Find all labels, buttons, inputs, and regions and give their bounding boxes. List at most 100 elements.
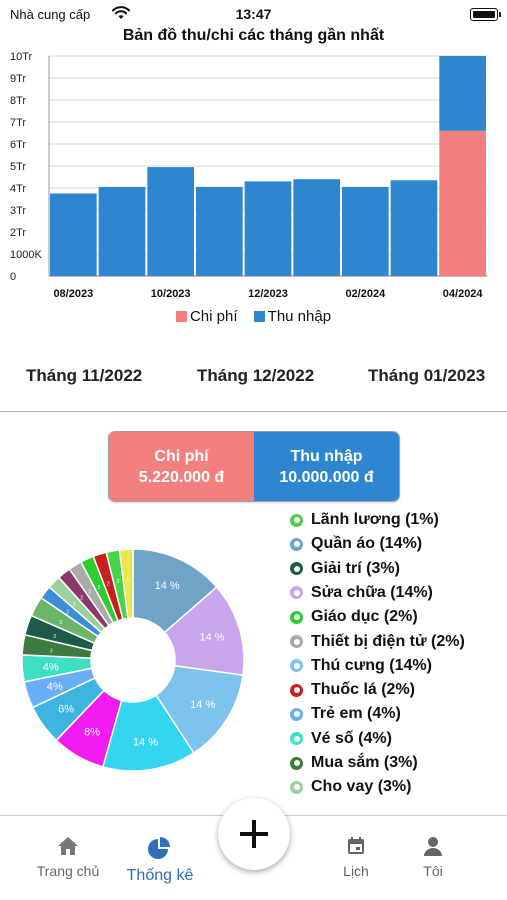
category-item[interactable]: Trẻ em (4%) xyxy=(290,702,401,726)
pie-slice-label: 2 xyxy=(117,579,120,585)
bar-income[interactable] xyxy=(196,186,243,276)
category-label: Sửa chữa (14%) xyxy=(311,583,433,601)
plus-icon xyxy=(240,820,268,848)
bar-expense[interactable] xyxy=(439,130,486,276)
bar-income[interactable] xyxy=(98,186,146,276)
status-bar: Nhà cung cấp 13:47 xyxy=(0,0,507,28)
tab-profile-label: Tôi xyxy=(423,863,443,879)
y-tick-label: 8Tr xyxy=(10,95,26,107)
pie-slice-label: 14 % xyxy=(200,631,225,643)
expense-summary-button[interactable]: Chi phí 5.220.000 đ xyxy=(109,432,254,501)
category-label: Cho vay (3%) xyxy=(311,778,412,796)
bar-income[interactable] xyxy=(147,167,194,276)
category-color-dot-icon xyxy=(290,732,303,746)
legend-swatch-expense xyxy=(175,311,187,322)
category-item[interactable]: Sửa chữa (14%) xyxy=(290,581,433,605)
category-item[interactable]: Vé số (4%) xyxy=(290,727,392,751)
pie-slice-label: 4% xyxy=(47,681,63,693)
category-item[interactable]: Giáo dục (2%) xyxy=(290,605,418,629)
category-label: Mua sắm (3%) xyxy=(311,754,418,771)
chart-legend: Chi phí Thu nhập xyxy=(0,308,507,325)
y-tick-label: 1000K xyxy=(10,249,42,261)
pie-slice-label: 14 % xyxy=(190,699,215,711)
y-tick-label: 7Tr xyxy=(10,117,26,129)
tab-profile[interactable]: Tôi xyxy=(405,836,461,879)
bar-income[interactable] xyxy=(439,56,486,131)
category-color-dot-icon xyxy=(290,635,303,648)
calendar-icon xyxy=(348,837,364,854)
category-label: Giáo dục (2%) xyxy=(311,608,418,626)
pie-chart-icon xyxy=(148,837,170,859)
bar-income[interactable] xyxy=(342,186,389,276)
y-tick-label: 10Tr xyxy=(10,51,33,63)
category-item[interactable]: Quần áo (14%) xyxy=(290,532,422,556)
category-item[interactable]: Thiết bị điện tử (2%) xyxy=(290,630,465,654)
category-color-dot-icon xyxy=(290,756,303,770)
expense-summary-label: Chi phí xyxy=(154,447,209,465)
month-tab-2[interactable]: Tháng 12/2022 xyxy=(197,366,314,386)
pie-slice-label: 3 xyxy=(53,634,56,640)
category-label: Quần áo (14%) xyxy=(311,535,423,553)
expense-summary-value: 5.220.000 đ xyxy=(138,468,225,486)
category-label: Thú cưng (14%) xyxy=(311,656,432,674)
user-icon xyxy=(424,837,442,856)
legend-swatch-income xyxy=(253,311,265,322)
category-item[interactable]: Mua sắm (3%) xyxy=(290,751,418,775)
tab-home-label: Trang chủ xyxy=(36,863,100,879)
category-item[interactable]: Cho vay (3%) xyxy=(290,775,411,799)
category-color-dot-icon xyxy=(290,683,303,697)
tab-statistics-label: Thống kê xyxy=(126,867,194,884)
category-item[interactable]: Giải trí (3%) xyxy=(290,557,400,581)
battery-icon xyxy=(470,8,501,21)
income-summary-button[interactable]: Thu nhập 10.000.000 đ xyxy=(254,432,399,501)
pie-slice-label: 14 % xyxy=(155,580,180,592)
income-summary-label: Thu nhập xyxy=(290,447,363,465)
pie-slice-label: 6% xyxy=(58,703,74,715)
legend-income-label: Thu nhập xyxy=(267,308,332,325)
month-selector[interactable]: Tháng 11/2022 Tháng 12/2022 Tháng 01/202… xyxy=(0,358,507,394)
tab-calendar-label: Lịch xyxy=(343,863,369,879)
summary-toggle[interactable]: Chi phí 5.220.000 đ Thu nhập 10.000.000 … xyxy=(108,431,400,502)
pie-slice-label: 2 xyxy=(97,585,100,591)
clock: 13:47 xyxy=(235,6,272,22)
category-label: Thuốc lá (2%) xyxy=(311,681,416,699)
category-color-dot-icon xyxy=(290,707,303,721)
category-item[interactable]: Thuốc lá (2%) xyxy=(290,678,415,702)
add-transaction-button[interactable] xyxy=(218,798,290,870)
pie-slice-label: 3 xyxy=(50,649,53,655)
legend-income: Thu nhập xyxy=(253,308,332,325)
pie-slice-label: 2 xyxy=(80,595,83,601)
income-expense-bar-chart: 0 1000K 2Tr 3Tr 4Tr 5Tr 6Tr 7Tr 8Tr 9Tr 10Tr 08/202… xyxy=(10,51,487,300)
bar-income[interactable] xyxy=(244,181,292,276)
category-color-dot-icon xyxy=(290,562,303,576)
chart-title: Bản đồ thu/chi các tháng gần nhất xyxy=(122,27,385,44)
pie-slice-label: 2 xyxy=(89,590,92,596)
tab-home[interactable]: Trang chủ xyxy=(30,836,106,879)
category-color-dot-icon xyxy=(290,610,303,624)
category-item[interactable]: Lãnh lương (1%) xyxy=(290,512,439,532)
pie-slice-label: 2 xyxy=(107,581,110,587)
tab-statistics[interactable]: Thống kê xyxy=(118,836,202,885)
pie-slice-label: 4% xyxy=(43,661,59,673)
bar-income[interactable] xyxy=(293,179,340,276)
income-summary-value: 10.000.000 đ xyxy=(279,468,374,486)
divider xyxy=(0,411,507,412)
category-label: Lãnh lương (1%) xyxy=(311,512,439,528)
category-legend-list[interactable]: Lãnh lương (1%) Quần áo (14%) Giải trí (3%… xyxy=(284,512,507,802)
month-tab-3[interactable]: Tháng 01/2023 xyxy=(368,366,485,386)
bar-income[interactable] xyxy=(390,180,438,276)
category-donut-chart: 14 %14 %14 %14 %8%6%4%4%333222222 2 2 xyxy=(21,548,245,772)
tab-calendar[interactable]: Lịch xyxy=(323,836,389,879)
pie-slice-label: 3 xyxy=(59,620,62,626)
month-tab-1[interactable]: Tháng 11/2022 xyxy=(26,366,142,386)
home-icon xyxy=(58,837,78,855)
category-label: Thiết bị điện tử (2%) xyxy=(311,632,465,650)
y-tick-label: 3Tr xyxy=(10,205,26,217)
y-tick-label: 5Tr xyxy=(10,161,26,173)
category-item[interactable]: Thú cưng (14%) xyxy=(290,654,432,678)
y-tick-label: 2Tr xyxy=(10,227,26,239)
category-label: Vé số (4%) xyxy=(311,729,392,747)
category-color-dot-icon xyxy=(290,780,303,794)
bar-income[interactable] xyxy=(50,193,97,277)
pie-slice-label: 14 % xyxy=(133,737,158,749)
